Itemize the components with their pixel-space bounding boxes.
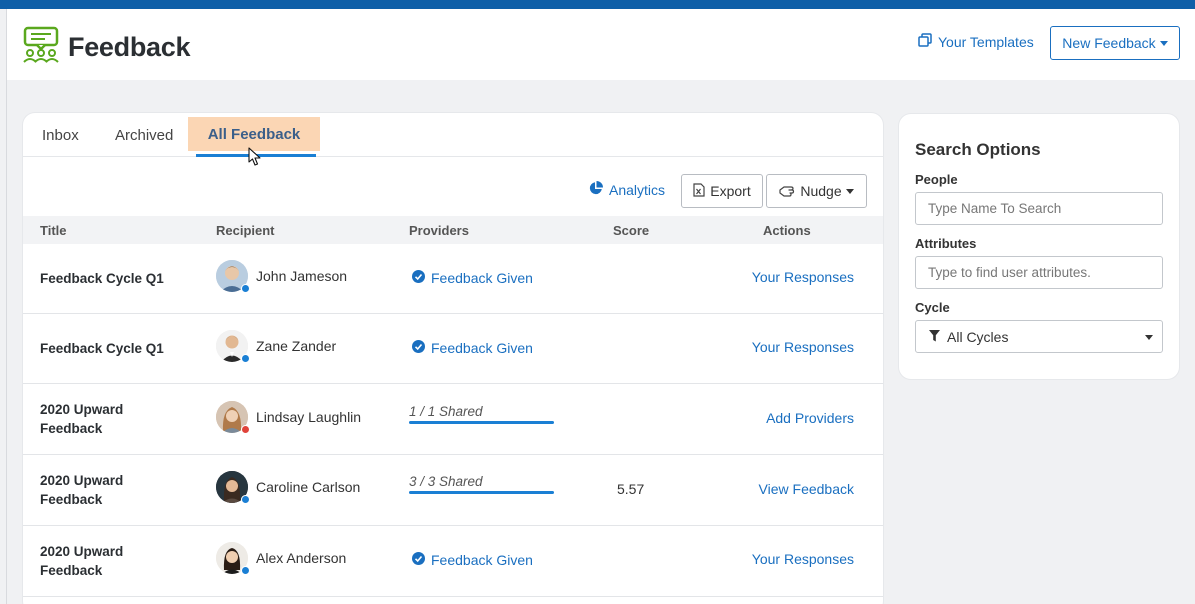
search-options-panel: Search Options People Attributes Cycle A… (899, 114, 1179, 379)
feedback-title: 2020 Upward Feedback (40, 473, 124, 507)
add-providers-link[interactable]: Add Providers (766, 410, 854, 426)
shared-count: 1 / 1 Shared (409, 404, 483, 419)
your-responses-link[interactable]: Your Responses (752, 269, 854, 285)
column-header-title: Title (40, 223, 67, 238)
avatar (216, 260, 250, 293)
status-dot (241, 566, 250, 575)
nudge-button[interactable]: Nudge (766, 174, 867, 208)
table-row: Feedback Cycle Q1 Zane Zander Feedback G… (23, 314, 883, 384)
status-dot (241, 284, 250, 293)
provider-status: Feedback Given (412, 340, 533, 356)
top-accent-bar (0, 0, 1195, 9)
caret-down-icon (845, 188, 854, 194)
left-divider (6, 9, 7, 604)
app-title: Feedback (68, 32, 191, 62)
status-dot (241, 495, 250, 504)
pie-chart-icon (589, 181, 609, 198)
mouse-cursor-icon (248, 147, 262, 172)
cycle-label: Cycle (915, 300, 950, 315)
tab-inbox[interactable]: Inbox (42, 113, 79, 157)
analytics-label: Analytics (609, 181, 666, 198)
provider-status-label: Feedback Given (431, 552, 533, 568)
column-header-recipient: Recipient (216, 223, 275, 238)
shared-progress-bar (409, 421, 554, 424)
copy-icon (918, 33, 938, 50)
feedback-title: 2020 Upward Feedback (40, 402, 124, 436)
export-label: Export (710, 183, 751, 199)
check-circle-icon (412, 340, 431, 356)
table-header: Title Recipient Providers Score Actions (23, 216, 883, 244)
status-dot (241, 425, 250, 434)
provider-status-label: Feedback Given (431, 270, 533, 286)
people-search-input[interactable] (915, 192, 1163, 225)
search-options-title: Search Options (915, 140, 1041, 159)
new-feedback-button[interactable]: New Feedback (1050, 26, 1180, 60)
feedback-title: 2020 Upward Feedback (40, 544, 124, 578)
people-label: People (915, 172, 958, 187)
feedback-title: Feedback Cycle Q1 (40, 341, 164, 356)
excel-file-icon (693, 182, 710, 200)
your-templates-label: Your Templates (938, 33, 1034, 50)
your-responses-link[interactable]: Your Responses (752, 339, 854, 355)
attributes-label: Attributes (915, 236, 977, 251)
feedback-title: Feedback Cycle Q1 (40, 271, 164, 286)
hand-pointer-icon (779, 183, 800, 200)
brand: Feedback (22, 26, 190, 69)
check-circle-icon (412, 270, 431, 286)
recipient-name: John Jameson (256, 268, 348, 284)
tab-bar: Inbox Archived All Feedback (23, 113, 883, 157)
new-feedback-label: New Feedback (1062, 35, 1156, 51)
filter-icon (929, 329, 947, 345)
column-header-actions: Actions (763, 223, 811, 238)
your-responses-link[interactable]: Your Responses (752, 551, 854, 567)
shared-count: 3 / 3 Shared (409, 474, 483, 489)
export-button[interactable]: Export (681, 174, 763, 208)
table-row: 2020 Upward Feedback Lindsay Laughlin 1 … (23, 384, 883, 455)
shared-progress: 1 / 1 Shared (409, 404, 554, 424)
table-row: 2020 Upward Feedback Caroline Carlson 3 … (23, 455, 883, 526)
score-value: 5.57 (617, 481, 645, 497)
your-templates-link[interactable]: Your Templates (918, 33, 1034, 50)
avatar (216, 401, 250, 434)
feedback-logo-icon (22, 26, 60, 69)
avatar (216, 471, 250, 504)
cycle-select[interactable]: All Cycles (915, 320, 1163, 353)
table-row: 2020 Upward Feedback Alex Anderson Feedb… (23, 526, 883, 597)
provider-status: Feedback Given (412, 552, 533, 568)
provider-status-label: Feedback Given (431, 340, 533, 356)
nudge-label: Nudge (800, 183, 842, 199)
caret-down-icon (1145, 335, 1153, 340)
table-row: Feedback Cycle Q1 John Jameson Feedback … (23, 244, 883, 314)
column-header-providers: Providers (409, 223, 469, 238)
caret-down-icon (1159, 40, 1168, 46)
view-feedback-link[interactable]: View Feedback (759, 481, 854, 497)
recipient-name: Lindsay Laughlin (256, 409, 362, 425)
avatar (216, 542, 250, 575)
avatar (216, 330, 250, 363)
column-header-score: Score (613, 223, 650, 238)
cycle-select-value: All Cycles (947, 328, 1009, 345)
feedback-list-card: Inbox Archived All Feedback Analytics Ex… (23, 113, 883, 604)
check-circle-icon (412, 552, 431, 568)
provider-status: Feedback Given (412, 270, 533, 286)
shared-progress: 3 / 3 Shared (409, 474, 554, 494)
tab-all-feedback[interactable]: All Feedback (188, 117, 320, 151)
tab-archived[interactable]: Archived (115, 113, 173, 157)
attributes-search-input[interactable] (915, 256, 1163, 289)
recipient-name: Zane Zander (256, 338, 337, 354)
page-header: Feedback Your Templates New Feedback (7, 9, 1195, 80)
status-dot (241, 354, 250, 363)
recipient-name: Alex Anderson (256, 550, 347, 566)
shared-progress-bar (409, 491, 554, 494)
analytics-link[interactable]: Analytics (589, 181, 665, 198)
recipient-name: Caroline Carlson (256, 479, 361, 495)
